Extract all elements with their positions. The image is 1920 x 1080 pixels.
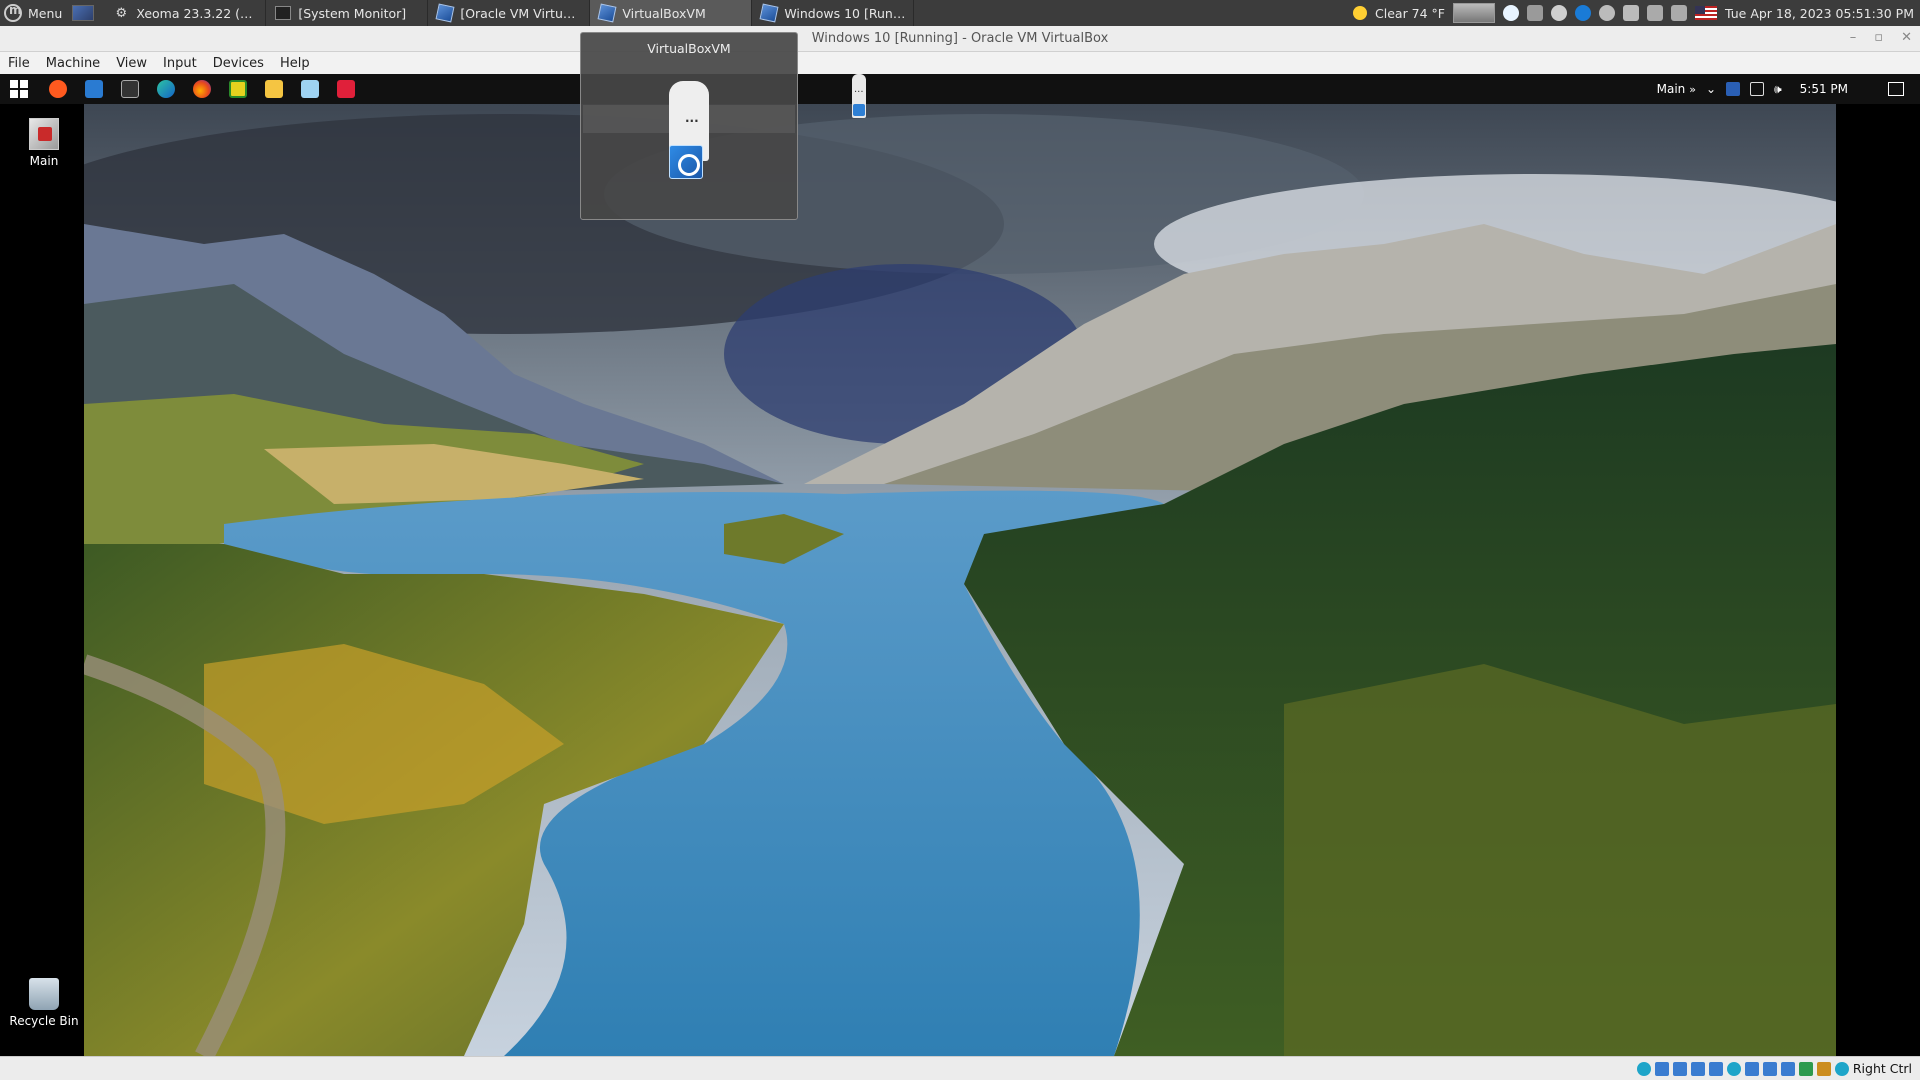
disk-icon [853, 104, 865, 116]
outlook-icon[interactable] [85, 80, 103, 98]
task-system-monitor[interactable]: [System Monitor] [266, 0, 429, 26]
desktop-icon-recycle-bin[interactable]: Recycle Bin [4, 978, 84, 1028]
maximize-icon[interactable]: ▫ [1874, 30, 1883, 45]
windows-taskbar: Main » ⌄ 🕪 5:51 PM [0, 74, 1920, 104]
network-icon[interactable] [1750, 82, 1765, 96]
close-icon[interactable]: ✕ [1901, 30, 1912, 45]
linux-mint-icon [4, 3, 22, 22]
host-top-panel: Menu ⚙ Xeoma 23.3.22 (Sta... [System Mon… [0, 0, 1920, 26]
windows-tray: Main » ⌄ 🕪 5:51 PM [1657, 74, 1920, 104]
host-menu-label: Menu [28, 5, 63, 21]
task-label: [Oracle VM VirtualB... [460, 5, 582, 21]
chevron-right-icon[interactable]: » [1689, 83, 1696, 96]
cpu-icon[interactable] [1780, 1061, 1795, 1076]
optical-drive-icon[interactable] [1654, 1061, 1669, 1076]
audio-icon[interactable] [1672, 1061, 1687, 1076]
host-menu-button[interactable]: Menu [0, 0, 72, 26]
disk-icon [669, 145, 703, 179]
task-label: [System Monitor] [298, 5, 407, 21]
window-preview-popup[interactable]: VirtualBoxVM ... [580, 32, 798, 220]
firefox-icon[interactable] [193, 80, 211, 98]
recycle-bin-icon [29, 978, 59, 1010]
wallpaper-landscape [84, 104, 1836, 1056]
menu-file[interactable]: File [0, 56, 38, 71]
media-player-icon[interactable] [229, 80, 247, 98]
keyboard-layout-us-flag-icon[interactable] [1695, 6, 1717, 20]
arrow-down-icon[interactable] [1834, 1061, 1849, 1076]
system-monitor-graph[interactable] [1453, 3, 1495, 23]
action-center-icon[interactable] [1888, 82, 1904, 96]
speaker-icon[interactable]: 🕪 [1774, 82, 1782, 97]
host-key-label[interactable]: Right Ctrl [1853, 1061, 1912, 1076]
main-folder-icon [29, 118, 59, 150]
preview-dots: ... [685, 111, 699, 125]
shield-icon[interactable] [1527, 5, 1543, 21]
volume-icon[interactable] [1671, 5, 1687, 21]
vbox-menubar: File Machine View Input Devices Help [0, 52, 1920, 74]
task-virtualboxvm[interactable]: VirtualBoxVM [590, 0, 753, 26]
cmd-icon[interactable] [121, 80, 139, 98]
menu-help[interactable]: Help [272, 56, 318, 71]
virtualbox-icon [597, 3, 617, 23]
menu-input[interactable]: Input [155, 56, 205, 71]
user-icon[interactable] [1599, 5, 1615, 21]
network-icon[interactable] [1690, 1061, 1705, 1076]
chevron-down-icon[interactable]: ⌄ [1706, 82, 1716, 96]
desktop-icon-label: Recycle Bin [9, 1014, 79, 1028]
menu-devices[interactable]: Devices [205, 56, 272, 71]
vpn-icon[interactable] [1503, 5, 1519, 21]
notepad-icon[interactable] [301, 80, 319, 98]
task-label: VirtualBoxVM [622, 5, 706, 21]
edge-icon[interactable] [157, 80, 175, 98]
desktop-icon-main[interactable]: Main [4, 118, 84, 168]
virtualbox-icon [435, 3, 455, 23]
gear-icon: ⚙ [115, 5, 128, 21]
network-icon[interactable] [1647, 5, 1663, 21]
task-oracle-vm-virtualbox[interactable]: [Oracle VM VirtualB... [428, 0, 591, 26]
qbittorrent-icon[interactable] [337, 80, 355, 98]
teamviewer-icon[interactable] [1575, 5, 1591, 21]
keyboard-capture-icon[interactable] [1816, 1061, 1831, 1076]
file-explorer-icon[interactable] [265, 80, 283, 98]
system-monitor-icon [274, 4, 292, 22]
virtualbox-icon [759, 3, 779, 23]
shield-icon[interactable] [1726, 82, 1741, 96]
desktop-right-area[interactable] [1836, 104, 1920, 1056]
menu-machine[interactable]: Machine [38, 56, 108, 71]
desktop-left-area[interactable] [0, 104, 84, 1056]
usb-icon[interactable] [1708, 1061, 1723, 1076]
mouse-integration-icon[interactable] [1798, 1061, 1813, 1076]
hard-disk-icon[interactable] [1636, 1061, 1651, 1076]
vbox-statusbar: Right Ctrl [0, 1056, 1920, 1080]
windows-start-icon[interactable] [10, 80, 28, 98]
host-clock[interactable]: Tue Apr 18, 2023 05:51:30 PM [1725, 6, 1914, 21]
display-icon[interactable] [1744, 1061, 1759, 1076]
host-system-tray: Clear 74 °F Tue Apr 18, 2023 05:51:30 PM [1353, 0, 1920, 26]
desktop-icon-label: Main [29, 154, 59, 168]
vbox-mini-toolbar[interactable]: ... [852, 74, 866, 118]
windows-clock[interactable]: 5:51 PM [1800, 82, 1848, 96]
desktop-wallpaper [84, 104, 1836, 1056]
desktop-toolbar-main[interactable]: Main [1657, 82, 1686, 96]
weather-text[interactable]: Clear 74 °F [1375, 6, 1445, 21]
update-icon[interactable] [1551, 5, 1567, 21]
task-xeoma[interactable]: ⚙ Xeoma 23.3.22 (Sta... [104, 0, 267, 26]
notifications-icon[interactable] [1623, 5, 1639, 21]
task-label: Xeoma 23.3.22 (Sta... [136, 5, 257, 21]
preview-title: VirtualBoxVM [647, 41, 731, 56]
shared-folders-icon[interactable] [1726, 1061, 1741, 1076]
guest-display[interactable]: Main » ⌄ 🕪 5:51 PM Main Recycle Bin [0, 74, 1920, 1056]
mini-toolbar-dots: ... [854, 84, 864, 95]
show-desktop-icon[interactable] [72, 5, 95, 21]
menu-view[interactable]: View [108, 56, 155, 71]
vbox-window-title: Windows 10 [Running] - Oracle VM Virtual… [811, 31, 1109, 46]
minimize-icon[interactable]: – [1850, 30, 1857, 45]
weather-sun-icon [1353, 6, 1368, 20]
vbox-window-titlebar[interactable]: Windows 10 [Running] - Oracle VM Virtual… [0, 26, 1920, 52]
task-label: Windows 10 [Runni... [784, 5, 906, 21]
recording-icon[interactable] [1762, 1061, 1777, 1076]
task-windows10-vm[interactable]: Windows 10 [Runni... [752, 0, 915, 26]
brave-icon[interactable] [49, 80, 67, 98]
